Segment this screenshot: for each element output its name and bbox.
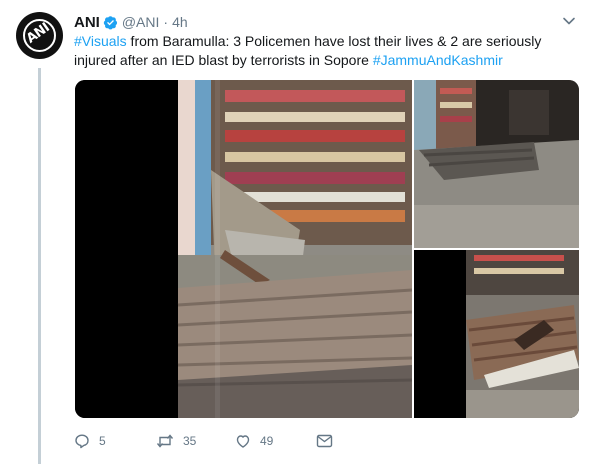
retweet-button[interactable]: 35 xyxy=(156,433,235,449)
shop-debris-photo-2 xyxy=(414,80,579,248)
avatar[interactable]: ANI xyxy=(16,12,63,59)
shop-debris-photo-3 xyxy=(414,250,579,418)
tweet-header: ANI @ANI · 4h xyxy=(74,12,188,32)
tweet-text: #Visuals from Baramulla: 3 Policemen hav… xyxy=(74,32,574,70)
verified-badge-icon xyxy=(103,15,117,29)
media-grid xyxy=(75,80,579,418)
heart-icon xyxy=(236,435,250,448)
hashtag-jammu-and-kashmir[interactable]: #JammuAndKashmir xyxy=(373,52,503,68)
thread-line xyxy=(38,68,41,464)
hashtag-visuals[interactable]: #Visuals xyxy=(74,33,127,49)
media-photo-3[interactable] xyxy=(414,250,579,418)
tweet-actions: 5 35 49 xyxy=(74,430,333,452)
tweet-timestamp[interactable]: 4h xyxy=(172,14,188,30)
chevron-down-icon[interactable] xyxy=(562,14,576,28)
reply-count: 5 xyxy=(99,434,106,448)
like-count: 49 xyxy=(260,434,274,448)
reply-button[interactable]: 5 xyxy=(74,433,156,449)
media-photo-1[interactable] xyxy=(75,80,412,418)
author-handle[interactable]: @ANI xyxy=(122,14,160,30)
retweet-count: 35 xyxy=(183,434,197,448)
media-photo-2[interactable] xyxy=(414,80,579,248)
shop-debris-photo-1 xyxy=(75,80,412,418)
header-separator: · xyxy=(163,14,169,30)
like-button[interactable]: 49 xyxy=(235,433,316,449)
envelope-icon xyxy=(316,434,333,448)
reply-icon xyxy=(75,434,89,449)
author-name[interactable]: ANI xyxy=(74,14,100,31)
retweet-icon xyxy=(156,434,174,448)
direct-message-button[interactable] xyxy=(316,434,333,448)
